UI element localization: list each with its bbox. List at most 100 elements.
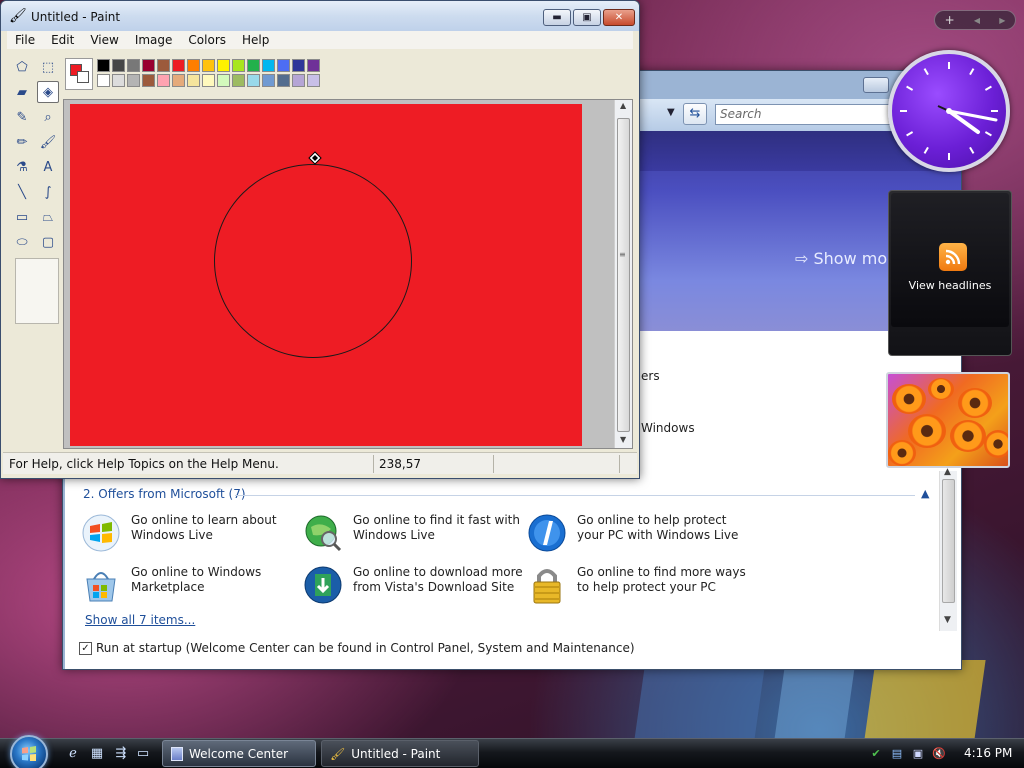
- free-form-select-tool[interactable]: ⬠: [11, 56, 33, 78]
- scroll-down-icon[interactable]: ▼: [944, 615, 951, 625]
- palette-swatch[interactable]: [112, 59, 125, 72]
- paint-titlebar[interactable]: 🖌 Untitled - Paint ▬ ▣ ✕: [1, 1, 639, 31]
- palette-swatch[interactable]: [97, 59, 110, 72]
- palette-swatch[interactable]: [187, 59, 200, 72]
- palette-swatch[interactable]: [262, 74, 275, 87]
- tool-options[interactable]: [15, 258, 59, 324]
- previous-icon[interactable]: ◀: [974, 16, 980, 25]
- network-icon[interactable]: ▤: [889, 746, 905, 762]
- palette-swatch[interactable]: [127, 59, 140, 72]
- airbrush-tool[interactable]: ⚗: [11, 156, 33, 178]
- clock-gadget[interactable]: [888, 50, 1010, 172]
- text-tool[interactable]: A: [37, 156, 59, 178]
- menu-colors[interactable]: Colors: [180, 31, 234, 49]
- offer-windows-live-search[interactable]: Go online to find it fast with Windows L…: [301, 511, 521, 555]
- drawing-canvas[interactable]: [70, 104, 582, 446]
- palette-swatch[interactable]: [142, 74, 155, 87]
- switch-windows-icon[interactable]: ⇶: [112, 744, 130, 762]
- palette-swatch[interactable]: [202, 74, 215, 87]
- security-center-icon[interactable]: ✔: [868, 746, 884, 762]
- minimize-button[interactable]: ▬: [543, 9, 571, 26]
- offer-windows-live[interactable]: Go online to learn about Windows Live: [79, 511, 299, 555]
- internet-explorer-icon[interactable]: ℯ: [64, 744, 82, 762]
- welcome-minimize-button[interactable]: [863, 77, 889, 93]
- menu-help[interactable]: Help: [234, 31, 277, 49]
- palette-swatch[interactable]: [262, 59, 275, 72]
- clock-time[interactable]: 4:16 PM: [964, 746, 1012, 760]
- pencil-tool[interactable]: ✏: [11, 131, 33, 153]
- offer-protect-pc[interactable]: Go online to find more ways to help prot…: [525, 563, 746, 607]
- view-headlines-label[interactable]: View headlines: [891, 279, 1009, 292]
- palette-swatch[interactable]: [172, 74, 185, 87]
- offer-download-site[interactable]: Go online to download more from Vista's …: [301, 563, 523, 607]
- palette-swatch[interactable]: [307, 59, 320, 72]
- welcome-scrollbar[interactable]: ▲ ▼: [939, 467, 957, 631]
- eraser-tool[interactable]: ▰: [11, 81, 33, 103]
- palette-swatch[interactable]: [247, 59, 260, 72]
- slideshow-gadget[interactable]: [886, 372, 1010, 468]
- curve-tool[interactable]: ∫: [37, 181, 59, 203]
- palette-swatch[interactable]: [247, 74, 260, 87]
- scroll-thumb[interactable]: [942, 479, 955, 603]
- palette-swatch[interactable]: [97, 74, 110, 87]
- refresh-button[interactable]: ⇆: [683, 103, 707, 125]
- taskbar-button-welcome-center[interactable]: Welcome Center: [162, 740, 316, 767]
- palette-swatch[interactable]: [232, 59, 245, 72]
- magnifier-tool[interactable]: ⌕: [37, 106, 59, 128]
- menu-edit[interactable]: Edit: [43, 31, 82, 49]
- search-input[interactable]: Search: [715, 104, 895, 125]
- brush-tool[interactable]: 🖌: [37, 131, 59, 153]
- address-dropdown-icon[interactable]: ▼: [667, 107, 675, 118]
- offer-protect-pc-live[interactable]: Go online to help protect your PC with W…: [525, 511, 745, 555]
- palette-swatch[interactable]: [217, 74, 230, 87]
- feed-headlines-gadget[interactable]: View headlines: [888, 190, 1012, 356]
- palette-swatch[interactable]: [202, 59, 215, 72]
- display-icon[interactable]: ▣: [910, 746, 926, 762]
- canvas-vertical-scrollbar[interactable]: ▲ ≡ ▼: [614, 100, 632, 448]
- offer-windows-marketplace[interactable]: Go online to Windows Marketplace: [79, 563, 299, 607]
- palette-swatch[interactable]: [157, 59, 170, 72]
- palette-swatch[interactable]: [232, 74, 245, 87]
- pick-color-tool[interactable]: ✎: [11, 106, 33, 128]
- palette-swatch[interactable]: [142, 59, 155, 72]
- menu-view[interactable]: View: [82, 31, 126, 49]
- collapse-caret-icon[interactable]: ▲: [921, 487, 929, 500]
- select-tool[interactable]: ⬚: [37, 56, 59, 78]
- show-desktop-icon[interactable]: ▦: [88, 744, 106, 762]
- ellipse-tool[interactable]: ⬭: [11, 231, 33, 253]
- palette-swatch[interactable]: [292, 59, 305, 72]
- close-button[interactable]: ✕: [603, 9, 635, 26]
- start-button[interactable]: [10, 735, 48, 768]
- palette-swatch[interactable]: [217, 59, 230, 72]
- add-gadget-icon[interactable]: +: [945, 13, 955, 27]
- volume-muted-icon[interactable]: 🔇: [931, 746, 947, 762]
- current-colors[interactable]: [65, 58, 93, 90]
- line-tool[interactable]: ╲: [11, 181, 33, 203]
- section-header-offers[interactable]: 2. Offers from Microsoft (7): [83, 487, 246, 501]
- next-icon[interactable]: ▶: [999, 16, 1005, 25]
- taskbar-button-paint[interactable]: 🖌 Untitled - Paint: [321, 740, 479, 767]
- run-at-startup-checkbox[interactable]: ✓: [79, 641, 92, 655]
- scroll-thumb[interactable]: [617, 118, 630, 432]
- palette-swatch[interactable]: [127, 74, 140, 87]
- scroll-up-icon[interactable]: ▲: [620, 101, 626, 110]
- palette-swatch[interactable]: [277, 59, 290, 72]
- polygon-tool[interactable]: ⏢: [37, 206, 59, 228]
- media-player-icon[interactable]: ▭: [134, 744, 152, 762]
- palette-swatch[interactable]: [112, 74, 125, 87]
- rectangle-tool[interactable]: ▭: [11, 206, 33, 228]
- run-at-startup[interactable]: ✓ Run at startup (Welcome Center can be …: [79, 641, 635, 655]
- palette-swatch[interactable]: [187, 74, 200, 87]
- rounded-rectangle-tool[interactable]: ▢: [37, 231, 59, 253]
- scroll-up-icon[interactable]: ▲: [944, 467, 951, 477]
- fill-with-color-tool[interactable]: ◈: [37, 81, 59, 103]
- show-all-link[interactable]: Show all 7 items...: [85, 613, 195, 627]
- palette-swatch[interactable]: [277, 74, 290, 87]
- palette-swatch[interactable]: [292, 74, 305, 87]
- menu-file[interactable]: File: [7, 31, 43, 49]
- menu-image[interactable]: Image: [127, 31, 181, 49]
- palette-swatch[interactable]: [172, 59, 185, 72]
- show-more-link[interactable]: ⇨ Show more: [795, 249, 903, 268]
- maximize-button[interactable]: ▣: [573, 9, 601, 26]
- palette-swatch[interactable]: [307, 74, 320, 87]
